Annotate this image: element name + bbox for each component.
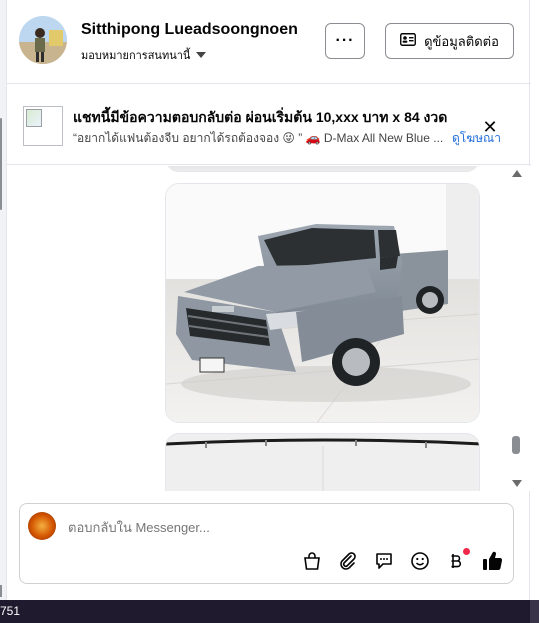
scroll-up-arrow[interactable] <box>512 170 522 177</box>
assign-conversation-dropdown[interactable]: มอบหมายการสนทนานี้ <box>81 46 207 64</box>
message-photo[interactable] <box>165 166 480 172</box>
close-icon[interactable]: ✕ <box>479 116 501 138</box>
contact-card-icon <box>400 33 417 49</box>
view-contact-button[interactable]: ดูข้อมูลติดต่อ <box>385 23 514 59</box>
emoji-icon[interactable] <box>409 550 431 572</box>
reply-composer <box>19 503 514 584</box>
message-thread[interactable] <box>7 166 531 491</box>
shopping-bag-icon[interactable] <box>301 550 323 572</box>
conversation-panel: Sitthipong Lueadsoongnoen มอบหมายการสนทน… <box>6 0 531 600</box>
scroll-down-arrow[interactable] <box>512 480 522 487</box>
more-options-button[interactable]: ··· <box>325 23 365 59</box>
composer-toolbar <box>301 548 503 572</box>
message-scrollbar[interactable] <box>510 166 524 491</box>
edge-marker <box>0 585 2 597</box>
os-taskbar: 751 <box>0 600 539 623</box>
ad-thumbnail[interactable] <box>23 106 63 146</box>
assign-label: มอบหมายการสนทนานี้ <box>81 50 191 62</box>
ad-subtitle: “อยากได้แฟนต้องจีบ อยากได้รถต้องจอง 😜 ” … <box>73 131 444 145</box>
thumbs-up-icon[interactable] <box>481 550 503 572</box>
conversation-header: Sitthipong Lueadsoongnoen มอบหมายการสนทน… <box>7 0 531 84</box>
taskbar-edge <box>530 600 539 623</box>
page-avatar <box>28 512 56 540</box>
saved-reply-icon[interactable] <box>373 550 395 572</box>
scrollbar-thumb[interactable] <box>512 436 520 454</box>
taskbar-text: 751 <box>0 604 21 618</box>
ad-title: แชทนี้มีข้อความตอบกลับต่อ ผ่อนเริ่มต้น 1… <box>73 109 448 125</box>
edge-marker <box>0 118 2 210</box>
avatar[interactable] <box>19 16 67 64</box>
view-contact-label: ดูข้อมูลติดต่อ <box>424 33 499 49</box>
message-photo[interactable] <box>165 433 480 491</box>
ad-context-bar: แชทนี้มีข้อความตอบกลับต่อ ผ่อนเริ่มต้น 1… <box>7 85 531 165</box>
baht-payment-icon[interactable] <box>445 548 470 572</box>
reply-input[interactable] <box>68 520 488 535</box>
message-photo[interactable] <box>165 183 480 423</box>
more-options-label: ··· <box>335 32 355 49</box>
chevron-down-icon <box>196 52 207 58</box>
notification-dot <box>463 548 470 555</box>
paperclip-icon[interactable] <box>337 550 359 572</box>
contact-name[interactable]: Sitthipong Lueadsoongnoen <box>81 21 298 39</box>
